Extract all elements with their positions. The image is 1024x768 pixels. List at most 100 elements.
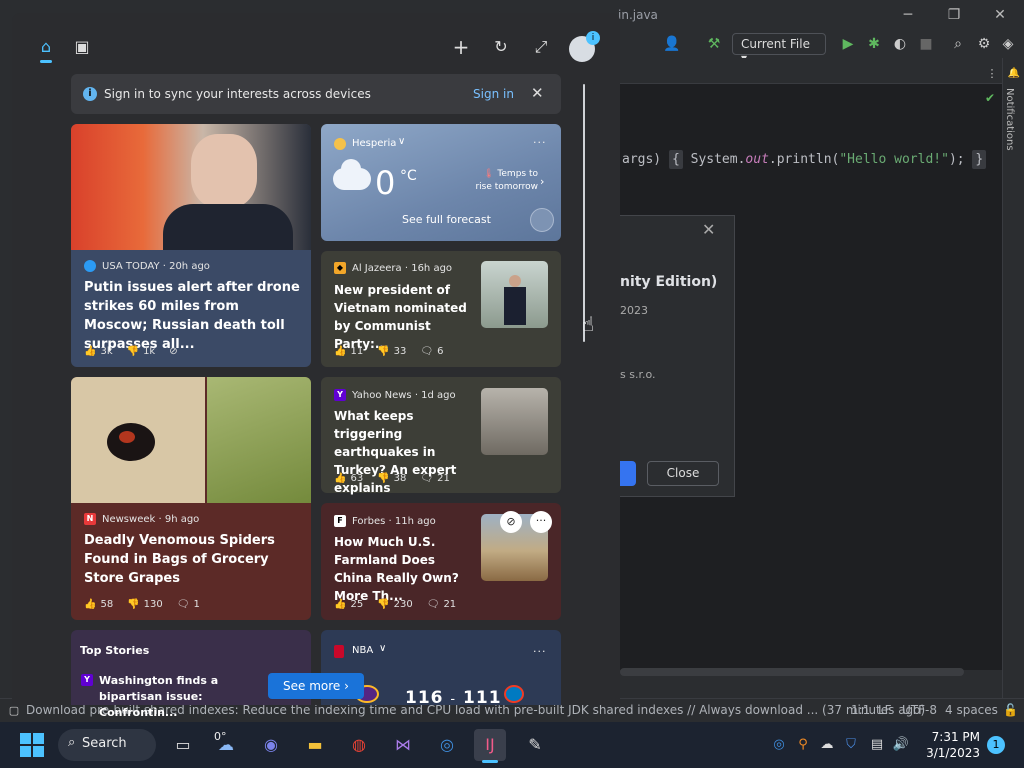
user-icon[interactable]: 👤 [662, 34, 682, 54]
restore-icon[interactable]: ❐ [940, 4, 968, 26]
windows-start-icon[interactable] [20, 733, 44, 757]
thumbs-up-icon: 👍 [334, 346, 347, 357]
add-widget-icon[interactable]: + [449, 36, 473, 58]
more-options-icon[interactable]: ··· [533, 645, 547, 658]
status-indent[interactable]: 4 spaces [945, 703, 998, 717]
dislike-button[interactable]: 👎 38 [377, 473, 406, 484]
run-config-dropdown[interactable]: Current File ▾ [732, 33, 826, 65]
like-button[interactable]: 👍 63 [334, 473, 363, 484]
qbittorrent-tray-icon[interactable]: ◎ [770, 736, 788, 754]
minimize-icon[interactable]: ─ [894, 4, 922, 26]
comments-button[interactable]: 🗨 1 [177, 599, 200, 610]
news-headline[interactable]: New president of Vietnam nominated by Co… [334, 281, 476, 353]
about-dialog-company: s s.r.o. [620, 368, 656, 381]
taskbar-time: 7:31 PM [931, 730, 980, 744]
like-button[interactable]: 👍 3k [84, 346, 113, 357]
search-everywhere-icon[interactable]: ⌕ [948, 34, 968, 54]
settings-gear-icon[interactable]: ⚙ [974, 34, 994, 54]
task-view-icon[interactable]: ▭ [167, 729, 199, 761]
network-icon[interactable]: ▤ [868, 736, 886, 754]
notifications-tool-button[interactable]: Notifications [1004, 88, 1015, 151]
thumbs-down-icon: 👎 [126, 346, 140, 357]
teams-chat-icon[interactable]: ◉ [255, 729, 287, 761]
weather-note[interactable]: 🌡 Temps to rise tomorrow [468, 168, 538, 194]
notification-count-badge[interactable]: 1 [987, 736, 1005, 754]
comments-off-icon[interactable]: ⊘ [169, 346, 177, 357]
news-image-spider [71, 377, 205, 503]
more-options-icon[interactable]: ··· [533, 136, 547, 149]
nba-label[interactable]: NBA [352, 645, 373, 656]
chevron-right-icon[interactable]: › [540, 175, 544, 188]
status-encoding[interactable]: UTF-8 [902, 703, 937, 717]
intellij-idea-icon[interactable]: IJ [474, 729, 506, 761]
cloud-sync-icon[interactable]: ☁ [818, 736, 836, 754]
thumbs-down-icon: 👎 [377, 346, 390, 357]
taskbar-clock[interactable]: 7:31 PM 3/1/2023 [924, 729, 980, 761]
security-shield-icon[interactable]: ⛉ [842, 736, 860, 754]
debug-bug-icon[interactable]: ✱ [864, 34, 884, 54]
search-tray-icon[interactable]: ⚲ [794, 736, 812, 754]
news-headline[interactable]: Putin issues alert after drone strikes 6… [84, 278, 304, 354]
build-hammer-icon[interactable]: ⚒ [704, 34, 724, 54]
usatoday-logo-icon [84, 260, 96, 272]
comments-button[interactable]: 🗨 21 [420, 473, 449, 484]
mouse-cursor-icon: ☝ [582, 312, 595, 336]
expand-icon[interactable]: ⤢ [529, 36, 553, 58]
close-window-icon[interactable]: ✕ [986, 4, 1014, 26]
status-lock-icon[interactable]: 🔓 [1003, 703, 1018, 717]
like-button[interactable]: 👍 58 [84, 599, 113, 610]
signin-link[interactable]: Sign in [473, 87, 514, 101]
see-full-forecast-link[interactable]: See full forecast [402, 213, 491, 226]
volume-icon[interactable]: 🔊 [892, 736, 910, 754]
visual-studio-icon[interactable]: ⋈ [387, 729, 419, 761]
stop-icon[interactable]: ■ [916, 34, 936, 54]
home-icon[interactable]: ⌂ [34, 36, 58, 58]
dislike-button[interactable]: 👎 33 [377, 346, 406, 357]
weather-map-icon[interactable] [530, 208, 554, 232]
ai-assistant-icon[interactable]: ◈ [998, 34, 1018, 54]
close-icon[interactable]: ✕ [531, 84, 544, 102]
widgets-scrollbar[interactable] [583, 84, 585, 342]
qbittorrent-icon[interactable]: ◎ [431, 729, 463, 761]
taskbar-search[interactable]: ⌕ Search [58, 729, 156, 761]
see-more-button[interactable]: See more › [268, 673, 364, 699]
news-source: N Newsweek · 9h ago [84, 513, 199, 525]
like-button[interactable]: 👍 25 [334, 599, 363, 610]
about-dialog-primary-button[interactable] [620, 461, 636, 486]
chevron-down-icon[interactable]: ∨ [398, 136, 405, 147]
editor-horizontal-scrollbar[interactable] [620, 668, 964, 676]
aljazeera-logo-icon: ◆ [334, 262, 346, 274]
pen-tool-icon[interactable]: ✎ [519, 729, 551, 761]
news-headline[interactable]: Deadly Venomous Spiders Found in Bags of… [84, 531, 304, 588]
like-button[interactable]: 👍 11 [334, 346, 363, 357]
newsweek-logo-icon: N [84, 513, 96, 525]
news-source: F Forbes · 11h ago [334, 515, 436, 527]
weather-temperature: 0 [375, 164, 396, 202]
dislike-button[interactable]: 👎 230 [377, 599, 413, 610]
status-caret-position[interactable]: 1:1 [851, 703, 870, 717]
refresh-icon[interactable]: ↻ [489, 36, 513, 58]
weather-location[interactable]: Hesperia [352, 138, 396, 149]
dislike-button[interactable]: 👎 130 [127, 599, 163, 610]
more-options-icon[interactable]: ··· [530, 511, 552, 533]
run-icon[interactable]: ▶ [838, 34, 858, 54]
news-headline[interactable]: How Much U.S. Farmland Does China Really… [334, 533, 476, 605]
chrome-icon[interactable]: ◍ [343, 729, 375, 761]
comment-icon: 🗨 [420, 473, 434, 484]
chevron-down-icon[interactable]: ∨ [379, 643, 386, 654]
about-dialog-close-button[interactable]: Close [647, 461, 719, 486]
top-story-headline[interactable]: Washington finds a bipartisan issue: Con… [99, 673, 259, 721]
about-dialog-close-icon[interactable]: ✕ [702, 220, 715, 239]
comments-button[interactable]: 🗨 6 [420, 346, 443, 357]
file-explorer-icon[interactable]: ▬ [299, 729, 331, 761]
coverage-icon[interactable]: ◐ [890, 34, 910, 54]
weather-unit[interactable]: °C [400, 168, 417, 184]
video-play-icon[interactable]: ▣ [70, 36, 94, 58]
bell-icon[interactable]: 🔔 [1004, 64, 1024, 84]
more-vertical-icon[interactable]: ⋮ [982, 64, 1002, 84]
hide-story-icon[interactable]: ⊘ [500, 511, 522, 533]
comments-button[interactable]: 🗨 21 [427, 599, 456, 610]
dislike-button[interactable]: 👎 1k [127, 346, 156, 357]
status-line-separator[interactable]: LF [878, 703, 892, 717]
ide-window-title: in.java [618, 8, 658, 22]
